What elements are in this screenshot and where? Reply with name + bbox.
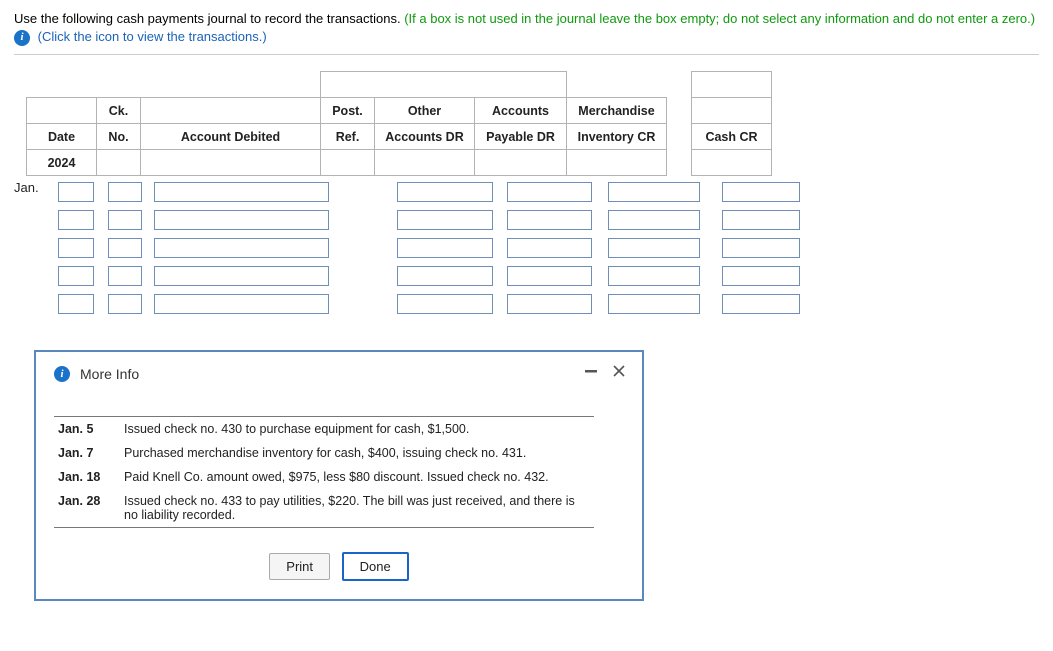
- ckno-input[interactable]: [108, 294, 142, 314]
- info-icon: i: [54, 366, 70, 382]
- transaction-date: Jan. 7: [54, 441, 120, 465]
- hdr-inv2: Inventory CR: [567, 124, 667, 150]
- transaction-date: Jan. 5: [54, 417, 120, 442]
- account-input[interactable]: [154, 182, 329, 202]
- transaction-date: Jan. 18: [54, 465, 120, 489]
- other-dr-input[interactable]: [397, 182, 493, 202]
- instruction-main: Use the following cash payments journal …: [14, 11, 401, 26]
- date-input[interactable]: [58, 294, 94, 314]
- cash-cr-input[interactable]: [722, 182, 800, 202]
- date-input[interactable]: [58, 210, 94, 230]
- ap-dr-input[interactable]: [507, 238, 592, 258]
- other-dr-input[interactable]: [397, 294, 493, 314]
- hdr-cash: Cash CR: [692, 124, 772, 150]
- hdr-ck1: Ck.: [97, 98, 141, 124]
- info-icon[interactable]: i: [14, 30, 30, 46]
- ckno-input[interactable]: [108, 238, 142, 258]
- transaction-text: Issued check no. 433 to pay utilities, $…: [120, 489, 594, 528]
- hdr-other2: Accounts DR: [375, 124, 475, 150]
- hdr-ap2: Payable DR: [475, 124, 567, 150]
- done-button[interactable]: Done: [342, 552, 409, 581]
- hdr-ck2: No.: [97, 124, 141, 150]
- divider: [14, 54, 1039, 55]
- cash-cr-input[interactable]: [722, 238, 800, 258]
- inv-cr-input[interactable]: [608, 294, 700, 314]
- date-input[interactable]: [58, 182, 94, 202]
- ckno-input[interactable]: [108, 266, 142, 286]
- other-dr-input[interactable]: [397, 210, 493, 230]
- ap-dr-input[interactable]: [507, 266, 592, 286]
- other-dr-input[interactable]: [397, 266, 493, 286]
- hdr-date: Date: [27, 124, 97, 150]
- ckno-input[interactable]: [108, 182, 142, 202]
- account-input[interactable]: [154, 210, 329, 230]
- inv-cr-input[interactable]: [608, 210, 700, 230]
- transaction-text: Purchased merchandise inventory for cash…: [120, 441, 594, 465]
- transactions-table: Jan. 5Issued check no. 430 to purchase e…: [54, 416, 594, 528]
- ap-dr-input[interactable]: [507, 210, 592, 230]
- instructions-block: Use the following cash payments journal …: [14, 10, 1039, 46]
- cash-cr-input[interactable]: [722, 266, 800, 286]
- transaction-row: Jan. 28Issued check no. 433 to pay utili…: [54, 489, 594, 528]
- account-input[interactable]: [154, 238, 329, 258]
- cash-cr-input[interactable]: [722, 294, 800, 314]
- hdr-other1: Other: [375, 98, 475, 124]
- hdr-post2: Ref.: [321, 124, 375, 150]
- month-label: Jan.: [14, 176, 48, 195]
- cash-cr-input[interactable]: [722, 210, 800, 230]
- other-dr-input[interactable]: [397, 238, 493, 258]
- date-input[interactable]: [58, 238, 94, 258]
- ap-dr-input[interactable]: [507, 182, 592, 202]
- transaction-date: Jan. 28: [54, 489, 120, 528]
- hdr-post1: Post.: [321, 98, 375, 124]
- transaction-text: Issued check no. 430 to purchase equipme…: [120, 417, 594, 442]
- minimize-icon[interactable]: [582, 362, 600, 380]
- journal-title: Cash Payments Journal: [321, 72, 567, 98]
- transaction-row: Jan. 5Issued check no. 430 to purchase e…: [54, 417, 594, 442]
- journal-page: Page 8: [692, 72, 772, 98]
- transaction-row: Jan. 18Paid Knell Co. amount owed, $975,…: [54, 465, 594, 489]
- instruction-link[interactable]: (Click the icon to view the transactions…: [38, 29, 267, 44]
- instruction-note: (If a box is not used in the journal lea…: [404, 11, 1035, 26]
- hdr-inv1: Merchandise: [567, 98, 667, 124]
- date-input[interactable]: [58, 266, 94, 286]
- ckno-input[interactable]: [108, 210, 142, 230]
- hdr-acct: Account Debited: [141, 124, 321, 150]
- inv-cr-input[interactable]: [608, 238, 700, 258]
- ap-dr-input[interactable]: [507, 294, 592, 314]
- year-cell: 2024: [27, 150, 97, 176]
- more-info-modal: i More Info Jan. 5Issued check no. 430 t…: [34, 350, 644, 601]
- account-input[interactable]: [154, 266, 329, 286]
- transaction-row: Jan. 7Purchased merchandise inventory fo…: [54, 441, 594, 465]
- transaction-text: Paid Knell Co. amount owed, $975, less $…: [120, 465, 594, 489]
- account-input[interactable]: [154, 294, 329, 314]
- inv-cr-input[interactable]: [608, 266, 700, 286]
- close-icon[interactable]: [610, 362, 628, 380]
- hdr-ap1: Accounts: [475, 98, 567, 124]
- print-button[interactable]: Print: [269, 553, 330, 580]
- inv-cr-input[interactable]: [608, 182, 700, 202]
- modal-title: More Info: [80, 366, 139, 382]
- cash-payments-journal: Cash Payments Journal Page 8 Ck. Post. O…: [14, 71, 772, 176]
